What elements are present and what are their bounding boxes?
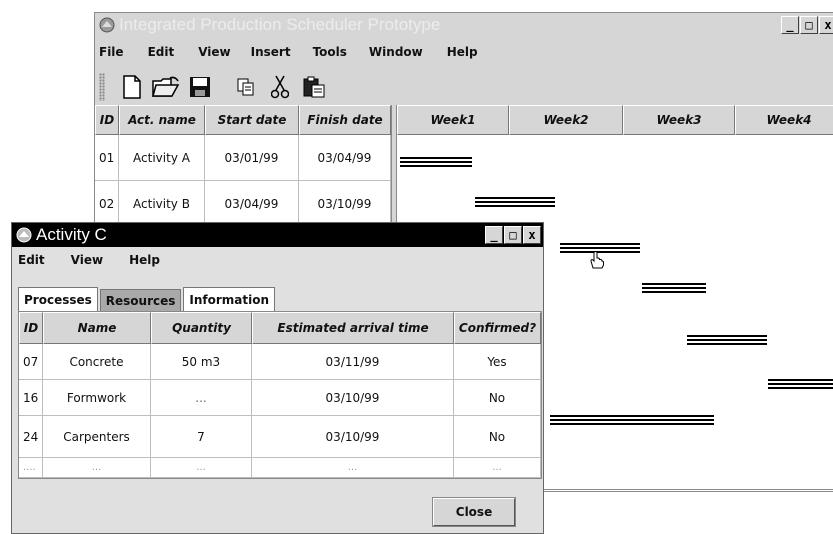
table-row-cell-id[interactable]: 01 <box>95 135 119 181</box>
copy-icon[interactable] <box>231 72 261 102</box>
menu-edit[interactable]: Edit <box>18 253 45 267</box>
col-header-week4[interactable]: Week4 <box>735 105 833 135</box>
cut-icon[interactable] <box>265 72 295 102</box>
close-window-button[interactable]: x <box>819 16 833 34</box>
gantt-bar[interactable] <box>642 283 706 295</box>
dialog-tabs: Processes Resources Information <box>18 287 277 311</box>
table-row-cell-name[interactable]: Concrete <box>43 344 151 380</box>
col-header-arrival-time[interactable]: Estimated arrival time <box>252 312 454 344</box>
table-row-cell-name[interactable]: Activity A <box>119 135 205 181</box>
main-menu-bar: File Edit View Insert Tools Window Help <box>95 41 833 63</box>
maximize-button[interactable]: □ <box>800 16 818 34</box>
app-logo-icon <box>15 226 33 244</box>
col-header-name[interactable]: Name <box>43 312 151 344</box>
col-header-id[interactable]: ID <box>95 105 119 135</box>
open-folder-icon[interactable] <box>151 72 181 102</box>
table-row-cell-arrival[interactable]: ... <box>252 458 454 478</box>
toolbar-grip[interactable] <box>99 73 105 101</box>
tab-information[interactable]: Information <box>183 287 276 311</box>
col-header-week3[interactable]: Week3 <box>623 105 735 135</box>
close-window-button[interactable]: x <box>523 226 541 244</box>
col-header-week2[interactable]: Week2 <box>509 105 623 135</box>
gantt-bar-activity-b[interactable] <box>475 197 555 209</box>
table-row-cell-arrival[interactable]: 03/10/99 <box>252 416 454 458</box>
menu-file[interactable]: File <box>99 45 124 59</box>
paste-icon[interactable] <box>299 72 329 102</box>
maximize-button[interactable]: □ <box>504 226 522 244</box>
table-row-cell-id[interactable]: .... <box>19 458 43 478</box>
col-header-confirmed[interactable]: Confirmed? <box>454 312 541 344</box>
main-window-title: Integrated Production Scheduler Prototyp… <box>119 15 441 34</box>
minimize-button[interactable]: _ <box>781 16 799 34</box>
tab-processes[interactable]: Processes <box>18 287 98 311</box>
hand-cursor-icon <box>587 250 607 274</box>
main-toolbar <box>95 69 833 105</box>
table-row-cell-quantity[interactable]: ... <box>151 458 252 478</box>
main-title-bar[interactable]: Integrated Production Scheduler Prototyp… <box>95 13 833 37</box>
table-row-cell-id[interactable]: 07 <box>19 344 43 380</box>
col-header-finish-date[interactable]: Finish date <box>299 105 391 135</box>
dialog-menu-bar: Edit View Help <box>12 249 543 271</box>
save-icon[interactable] <box>185 72 215 102</box>
col-header-quantity[interactable]: Quantity <box>151 312 252 344</box>
resources-table: ID Name Quantity Estimated arrival time … <box>18 311 542 479</box>
table-row-cell-id[interactable]: 02 <box>95 181 119 227</box>
table-row-cell-name[interactable]: Formwork <box>43 380 151 416</box>
menu-help[interactable]: Help <box>447 45 478 59</box>
table-row-cell-start[interactable]: 03/04/99 <box>205 181 299 227</box>
gantt-bar[interactable] <box>550 415 714 427</box>
dialog-title: Activity C <box>36 225 107 244</box>
table-row-cell-name[interactable]: Carpenters <box>43 416 151 458</box>
table-row-cell-confirmed[interactable]: Yes <box>454 344 541 380</box>
table-row-cell-name[interactable]: Activity B <box>119 181 205 227</box>
tab-resources[interactable]: Resources <box>99 289 182 311</box>
col-header-week1[interactable]: Week1 <box>397 105 509 135</box>
table-row-cell-quantity[interactable]: ... <box>151 380 252 416</box>
minimize-button[interactable]: _ <box>485 226 503 244</box>
table-row-cell-arrival[interactable]: 03/10/99 <box>252 380 454 416</box>
menu-tools[interactable]: Tools <box>313 45 347 59</box>
table-row-cell-quantity[interactable]: 50 m3 <box>151 344 252 380</box>
gantt-bar[interactable] <box>768 379 833 391</box>
table-row-cell-arrival[interactable]: 03/11/99 <box>252 344 454 380</box>
col-header-start-date[interactable]: Start date <box>205 105 299 135</box>
gantt-bar[interactable] <box>687 335 767 347</box>
table-row-cell-name[interactable]: ... <box>43 458 151 478</box>
gantt-bar-activity-a[interactable] <box>400 157 472 169</box>
col-header-act-name[interactable]: Act. name <box>119 105 205 135</box>
menu-window[interactable]: Window <box>369 45 423 59</box>
menu-view[interactable]: View <box>71 253 103 267</box>
table-row-cell-confirmed[interactable]: No <box>454 380 541 416</box>
table-row-cell-quantity[interactable]: 7 <box>151 416 252 458</box>
table-row-cell-confirmed[interactable]: No <box>454 416 541 458</box>
close-button[interactable]: Close <box>432 497 516 527</box>
menu-view[interactable]: View <box>198 45 230 59</box>
table-row-cell-confirmed[interactable]: ... <box>454 458 541 478</box>
table-row-cell-start[interactable]: 03/01/99 <box>205 135 299 181</box>
table-row-cell-id[interactable]: 24 <box>19 416 43 458</box>
menu-insert[interactable]: Insert <box>251 45 291 59</box>
activity-dialog: Activity C _ □ x Edit View Help Processe… <box>11 222 544 534</box>
table-row-cell-id[interactable]: 16 <box>19 380 43 416</box>
table-row-cell-finish[interactable]: 03/10/99 <box>299 181 391 227</box>
menu-edit[interactable]: Edit <box>148 45 175 59</box>
dialog-title-bar[interactable]: Activity C _ □ x <box>12 223 543 247</box>
app-logo-icon <box>98 16 116 34</box>
new-document-icon[interactable] <box>117 72 147 102</box>
table-row-cell-finish[interactable]: 03/04/99 <box>299 135 391 181</box>
col-header-id[interactable]: ID <box>19 312 43 344</box>
menu-help[interactable]: Help <box>129 253 160 267</box>
